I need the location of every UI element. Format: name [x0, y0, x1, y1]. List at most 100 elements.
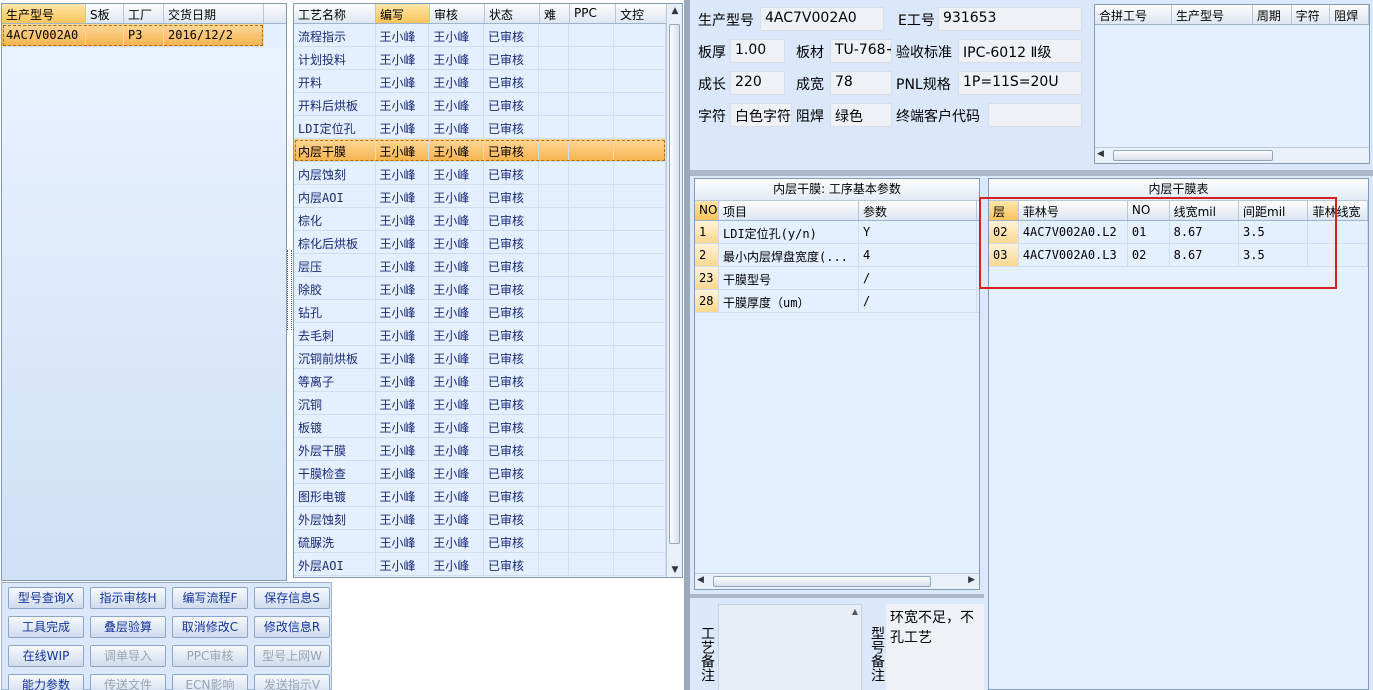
action-button[interactable]: PPC审核: [172, 645, 248, 667]
table-row[interactable]: 开料 王小峰 王小峰 已审核: [294, 70, 666, 93]
action-button[interactable]: ECN影响: [172, 674, 248, 690]
combined-job-grid[interactable]: 合拼工号 生产型号 周期 字符 阻焊 ◀: [1094, 4, 1370, 164]
action-button[interactable]: 型号上网W: [254, 645, 330, 667]
combined-hscroll[interactable]: ◀: [1095, 147, 1369, 163]
scroll-right-icon[interactable]: ▶: [968, 575, 975, 585]
model-note-textarea[interactable]: 环宽不足，不孔工艺: [886, 604, 984, 690]
table-row[interactable]: 钻孔 王小峰 王小峰 已审核: [294, 300, 666, 323]
table-row[interactable]: 内层干膜 王小峰 王小峰 已审核: [294, 139, 666, 162]
col-factory[interactable]: 工厂: [124, 4, 164, 23]
table-row[interactable]: 等离子 王小峰 王小峰 已审核: [294, 369, 666, 392]
table-row[interactable]: 1 LDI定位孔(y/n) Y: [695, 221, 979, 244]
eng-no-field[interactable]: 931653: [938, 7, 1082, 31]
col-param[interactable]: 参数: [859, 201, 977, 220]
table-row[interactable]: 内层AOI 王小峰 王小峰 已审核: [294, 185, 666, 208]
col-product-no[interactable]: 生产型号: [2, 4, 86, 23]
col-process-name[interactable]: 工艺名称: [294, 4, 376, 23]
action-button[interactable]: 能力参数: [8, 674, 84, 690]
table-row[interactable]: 外层干膜 王小峰 王小峰 已审核: [294, 438, 666, 461]
action-button[interactable]: 修改信息R: [254, 616, 330, 638]
col-combined-no[interactable]: 合拼工号: [1095, 5, 1173, 24]
table-row[interactable]: 沉铜前烘板 王小峰 王小峰 已审核: [294, 346, 666, 369]
process-list-scrollbar[interactable]: ▲ ▼: [666, 4, 682, 577]
action-button[interactable]: 编写流程F: [172, 587, 248, 609]
table-row[interactable]: 沉铜 王小峰 王小峰 已审核: [294, 392, 666, 415]
col-difficulty[interactable]: 难: [540, 4, 570, 23]
col-s-board[interactable]: S板: [86, 4, 124, 23]
material-field[interactable]: TU-768+: [830, 39, 892, 63]
table-row[interactable]: 4AC7V002A0 P3 2016/12/2: [2, 24, 264, 47]
col-reviewer[interactable]: 审核: [430, 4, 485, 23]
action-button[interactable]: 取消修改C: [172, 616, 248, 638]
table-row[interactable]: 图形电镀 王小峰 王小峰 已审核: [294, 484, 666, 507]
scroll-thumb[interactable]: [713, 576, 931, 587]
scroll-thumb[interactable]: [1113, 150, 1273, 161]
table-row[interactable]: 棕化 王小峰 王小峰 已审核: [294, 208, 666, 231]
width-field[interactable]: 78: [830, 71, 892, 95]
pnl-field[interactable]: 1P=11S=20U: [958, 71, 1082, 95]
col-status[interactable]: 状态: [485, 4, 540, 23]
length-field[interactable]: 220: [730, 71, 785, 95]
action-button[interactable]: 传送文件: [90, 674, 166, 690]
scroll-up-icon[interactable]: ▲: [667, 6, 682, 16]
table-cell: 王小峰: [429, 323, 484, 345]
col-doc-control[interactable]: 文控: [616, 4, 668, 23]
action-button[interactable]: 指示审核H: [90, 587, 166, 609]
col-combined-mask[interactable]: 阻焊: [1330, 5, 1369, 24]
table-row[interactable]: 计划投料 王小峰 王小峰 已审核: [294, 47, 666, 70]
table-row[interactable]: 开料后烘板 王小峰 王小峰 已审核: [294, 93, 666, 116]
col-combined-product[interactable]: 生产型号: [1172, 5, 1253, 24]
table-row[interactable]: 2 最小内层焊盘宽度(... 4: [695, 244, 979, 267]
action-button[interactable]: 保存信息S: [254, 587, 330, 609]
col-ppc[interactable]: PPC: [570, 4, 616, 23]
col-no[interactable]: NO: [695, 201, 719, 220]
scroll-thumb[interactable]: [669, 24, 680, 544]
col-delivery-date[interactable]: 交货日期: [164, 4, 264, 23]
table-row[interactable]: LDI定位孔 王小峰 王小峰 已审核: [294, 116, 666, 139]
base-params-hscroll[interactable]: ◀ ▶: [695, 573, 979, 589]
col-writer[interactable]: 编写: [376, 4, 430, 23]
table-cell: [614, 93, 666, 115]
table-row[interactable]: 板镀 王小峰 王小峰 已审核: [294, 415, 666, 438]
table-cell: [614, 323, 666, 345]
action-button[interactable]: 调单导入: [90, 645, 166, 667]
table-row[interactable]: 28 干膜厚度（um） /: [695, 290, 979, 313]
action-button[interactable]: 在线WIP: [8, 645, 84, 667]
product-list-grid[interactable]: 生产型号 S板 工厂 交货日期 4AC7V002A0 P3 2016/12/2: [1, 3, 287, 581]
scroll-left-icon[interactable]: ◀: [1097, 149, 1104, 159]
table-row[interactable]: 流程指示 王小峰 王小峰 已审核: [294, 24, 666, 47]
char-field[interactable]: 白色字符: [730, 103, 792, 127]
table-row[interactable]: 层压 王小峰 王小峰 已审核: [294, 254, 666, 277]
action-button[interactable]: 工具完成: [8, 616, 84, 638]
table-row[interactable]: 除胶 王小峰 王小峰 已审核: [294, 277, 666, 300]
table-cell: Y: [859, 221, 977, 243]
table-row[interactable]: 23 干膜型号 /: [695, 267, 979, 290]
col-combined-cycle[interactable]: 周期: [1253, 5, 1292, 24]
table-cell: 已审核: [484, 369, 539, 391]
customer-field[interactable]: [988, 103, 1082, 127]
splitter-handle[interactable]: [287, 250, 292, 330]
action-button[interactable]: 叠层验算: [90, 616, 166, 638]
table-row[interactable]: 硫脲洗 王小峰 王小峰 已审核: [294, 530, 666, 553]
scroll-left-icon[interactable]: ◀: [697, 575, 704, 585]
table-row[interactable]: 内层蚀刻 王小峰 王小峰 已审核: [294, 162, 666, 185]
table-cell: 等离子: [294, 369, 376, 391]
col-item[interactable]: 项目: [719, 201, 859, 220]
product-no-field[interactable]: 4AC7V002A0: [760, 7, 884, 31]
action-button[interactable]: 发送指示V: [254, 674, 330, 690]
table-row[interactable]: 外层蚀刻 王小峰 王小峰 已审核: [294, 507, 666, 530]
table-row[interactable]: 干膜检查 王小峰 王小峰 已审核: [294, 461, 666, 484]
standard-field[interactable]: IPC-6012 Ⅱ级: [958, 39, 1082, 63]
base-params-grid[interactable]: 内层干膜: 工序基本参数 NO 项目 参数 1 LDI定位孔(y/n) Y 2 最小内层…: [694, 178, 980, 590]
scroll-down-icon[interactable]: ▼: [667, 565, 682, 575]
action-button[interactable]: 型号查询X: [8, 587, 84, 609]
table-row[interactable]: 外层AOI 王小峰 王小峰 已审核: [294, 553, 666, 576]
thickness-field[interactable]: 1.00: [730, 39, 785, 63]
process-list-grid[interactable]: 工艺名称 编写 审核 状态 难 PPC 文控 流程指示 王小峰 王小峰 已审核 计划投料…: [293, 3, 683, 578]
mask-field[interactable]: 绿色: [830, 103, 892, 127]
process-note-textarea[interactable]: ▲: [718, 604, 862, 690]
scroll-up-icon[interactable]: ▲: [852, 607, 858, 616]
table-row[interactable]: 棕化后烘板 王小峰 王小峰 已审核: [294, 231, 666, 254]
col-combined-char[interactable]: 字符: [1292, 5, 1331, 24]
table-row[interactable]: 去毛刺 王小峰 王小峰 已审核: [294, 323, 666, 346]
